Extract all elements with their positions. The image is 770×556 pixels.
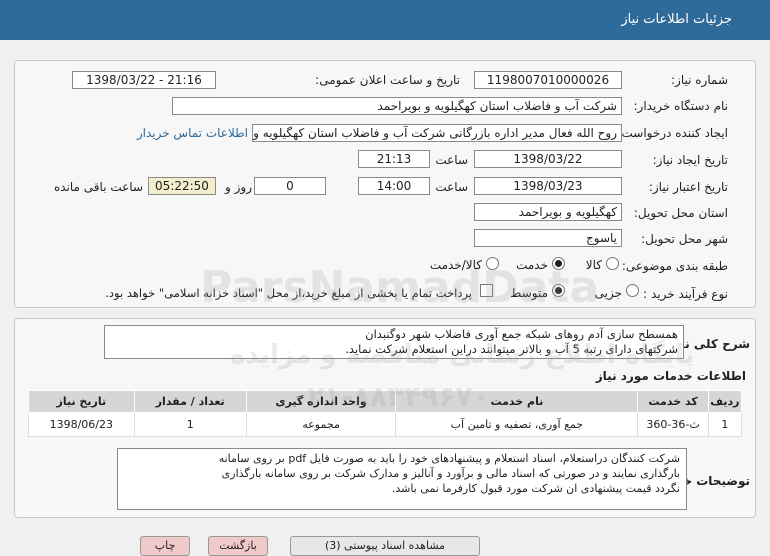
day-and-label: روز و <box>225 180 252 194</box>
valid-date-field: 1398/03/23 <box>474 177 622 195</box>
created-time-field: 21:13 <box>358 150 430 168</box>
back-button[interactable]: بازگشت <box>208 536 268 556</box>
valid-time-field: 14:00 <box>358 177 430 195</box>
services-heading: اطلاعات خدمات مورد نیاز <box>595 369 746 383</box>
announce-label: تاریخ و ساعت اعلان عمومی: <box>315 73 460 87</box>
cell-row: 1 <box>707 412 743 437</box>
view-attachments-button[interactable]: مشاهده اسناد پیوستی (3) <box>290 536 480 556</box>
creator-label: ایجاد کننده درخواست: <box>617 126 728 140</box>
col-service-code: کد خدمت <box>637 390 709 413</box>
col-quantity: تعداد / مقدار <box>133 390 247 413</box>
province-label: استان محل تحویل: <box>633 206 728 220</box>
table-row: 1 ث-36-360 جمع آوری، تصفیه و تامین آب مج… <box>28 412 743 437</box>
category-radio-goods[interactable] <box>606 257 619 270</box>
cell-need-date: 1398/06/23 <box>28 412 135 437</box>
title-bar: جزئیات اطلاعات نیاز <box>0 0 770 40</box>
watermark-text-en: ParsNamadData <box>200 262 600 313</box>
buyer-notes-line-2: بارگذاری نمایند و در صورتی که اسناد مالی… <box>221 467 680 480</box>
buyer-label: نام دستگاه خریدار: <box>633 99 729 113</box>
remaining-time-field: 05:22:50 <box>148 177 216 195</box>
watermark-phone: ۰۲۱-۸۸۳۴۹۶۷۰ <box>290 380 490 413</box>
days-field: 0 <box>254 177 326 195</box>
buyer-notes-line-3: نگردد قیمت پیشنهادی ان شرکت مورد قبول کا… <box>391 482 680 495</box>
process-label: نوع فرآیند خرید : <box>643 287 728 301</box>
valid-date-label: تاریخ اعتبار نیاز: <box>648 180 728 194</box>
need-number-field: 1198007010000026 <box>474 71 622 89</box>
creator-field: روح الله فعال مدیر اداره بازرگانی شرکت آ… <box>252 124 622 142</box>
cell-unit: مجموعه <box>245 412 397 437</box>
cell-service-name: جمع آوری، تصفیه و تامین آب <box>395 412 639 437</box>
city-field: یاسوج <box>474 229 622 247</box>
col-row: ردیف <box>707 390 743 413</box>
buyer-notes-line-1: شرکت کنندگان دراستعلام، اسناد استعلام و … <box>218 452 680 465</box>
created-date-label: تاریخ ایجاد نیاز: <box>652 153 728 167</box>
created-date-field: 1398/03/22 <box>474 150 622 168</box>
process-radio-minor[interactable] <box>626 284 639 297</box>
buyer-contact-link[interactable]: اطلاعات تماس خریدار <box>137 126 248 140</box>
cell-service-code: ث-36-360 <box>637 412 709 437</box>
province-field: کهگیلویه و بویراحمد <box>474 203 622 221</box>
col-need-date: تاریخ نیاز <box>28 390 135 413</box>
created-time-label: ساعت <box>435 153 468 167</box>
watermark-text-fa: پایگاه اطلاع رسانی مناقصه و مزایده <box>230 340 695 370</box>
city-label: شهر محل تحویل: <box>641 232 728 246</box>
print-button[interactable]: چاپ <box>140 536 190 556</box>
announce-field: 1398/03/22 - 21:16 <box>72 71 216 89</box>
category-label: طبقه بندی موضوعی: <box>621 259 728 273</box>
cell-quantity: 1 <box>133 412 247 437</box>
page-title: جزئیات اطلاعات نیاز <box>621 12 732 27</box>
remaining-label: ساعت باقی مانده <box>53 180 143 194</box>
buyer-field: شرکت آب و فاضلاب استان کهگیلویه و بویراح… <box>172 97 622 115</box>
valid-time-label: ساعت <box>435 180 468 194</box>
buyer-notes-box: شرکت کنندگان دراستعلام، اسناد استعلام و … <box>117 448 687 510</box>
need-number-label: شماره نیاز: <box>671 73 728 87</box>
